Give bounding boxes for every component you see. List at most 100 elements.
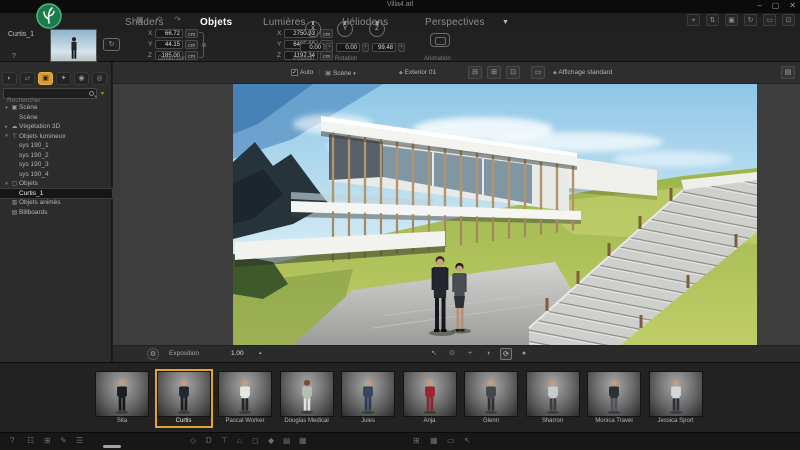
exposure-value[interactable]: 1.00 xyxy=(231,350,244,357)
shaders-list-icon[interactable]: ◐ xyxy=(2,72,17,85)
rot-y-field[interactable]: 0.00 xyxy=(336,43,360,52)
visibility-eye-icon[interactable]: ◎ xyxy=(92,72,107,85)
close-button[interactable]: ✕ xyxy=(789,1,796,10)
duplicate-icon[interactable]: ▣ xyxy=(725,14,738,26)
panel-icon[interactable]: ▤ xyxy=(781,66,795,79)
misc-category-icon[interactable]: ◆ xyxy=(268,436,274,445)
catalog-item-monica-travel[interactable]: Monica Travel xyxy=(585,369,643,428)
dim-y-field[interactable]: 44.15 xyxy=(155,40,183,49)
rot-y-stepper[interactable]: ° xyxy=(362,43,369,52)
display-rect-icon[interactable]: ▭ xyxy=(531,66,545,79)
people-category-icon[interactable]: ☷ xyxy=(27,436,34,445)
building-category-icon[interactable]: ▦ xyxy=(299,436,307,445)
tab-dropdown-icon[interactable]: ▼ xyxy=(502,19,509,26)
exposure-stepper-icon[interactable]: ▴ xyxy=(259,350,262,356)
rot-x-stepper[interactable]: ° xyxy=(326,43,333,52)
tree-item-animated-objects[interactable]: ▥Objets animés xyxy=(0,198,112,208)
catalog-item-name: Douglas Medical xyxy=(280,417,334,426)
catalog-item-jules[interactable]: Jules xyxy=(339,369,397,428)
grid-icon[interactable]: ▦ xyxy=(136,15,144,24)
pan-tool-icon[interactable]: + xyxy=(464,348,476,360)
rot-z-field[interactable]: 99.48 xyxy=(372,43,396,52)
objects-list-icon[interactable]: ▣ xyxy=(38,72,53,85)
zoom-tool-icon[interactable]: ⊙ xyxy=(446,348,458,360)
rot-x-field[interactable]: 0.00 xyxy=(300,43,324,52)
render-sphere-icon[interactable]: ● xyxy=(518,348,530,360)
catalog-scrollbar[interactable] xyxy=(103,445,121,448)
search-filter-icon[interactable]: ▾ xyxy=(101,90,104,97)
lamp-category-icon[interactable]: ⊤ xyxy=(221,436,228,445)
contrast-icon[interactable]: ◑ xyxy=(482,348,494,360)
tab-perspectives[interactable]: Perspectives xyxy=(425,17,485,28)
tab-lumieres[interactable]: Lumières xyxy=(263,17,306,28)
undo-icon[interactable]: ↶ xyxy=(156,15,163,24)
tree-item-sys190-4[interactable]: sys 190_4 xyxy=(0,170,112,180)
rot-z-stepper[interactable]: ° xyxy=(398,43,405,52)
maximize-button[interactable]: ▢ xyxy=(772,1,780,10)
exposure-settings-icon[interactable]: ⚙ xyxy=(147,348,159,360)
help-button[interactable]: ? xyxy=(12,53,16,60)
minimize-button[interactable]: – xyxy=(757,1,761,10)
media-list-icon[interactable]: ▱ xyxy=(20,72,35,85)
catalog-item-anja[interactable]: Anja xyxy=(401,369,459,428)
tree-item-curtis[interactable]: Curtis_1 xyxy=(0,189,112,199)
box-category-icon[interactable]: ◻ xyxy=(252,436,259,445)
display-mode-selector[interactable]: ◆ Affichage standard xyxy=(553,69,612,76)
dimension-link-bracket[interactable] xyxy=(199,32,204,58)
translate-icon[interactable]: ⇅ xyxy=(706,14,719,26)
list-icon[interactable]: ☰ xyxy=(76,436,83,445)
tree-item-scene[interactable]: ▾▣Scène xyxy=(0,103,112,113)
catalog-item-glenn[interactable]: Glenn xyxy=(462,369,520,428)
heliodon-list-icon[interactable]: ◉ xyxy=(74,72,89,85)
fit-view-icon[interactable]: ⊞ xyxy=(487,66,501,79)
object-preview xyxy=(50,29,97,62)
auto-checkbox[interactable]: ✓Auto xyxy=(291,69,313,76)
pivot-icon[interactable]: ↻ xyxy=(103,38,120,51)
media-card-icon[interactable]: ▭ xyxy=(447,436,455,445)
tree-item-light-objects[interactable]: ▾⊤Objets lumineux xyxy=(0,132,112,142)
tree-item-sys190-3[interactable]: sys 190_3 xyxy=(0,160,112,170)
catalog-item-pascal-worker[interactable]: Pascal Worker xyxy=(216,369,274,428)
rotation-dial-y[interactable]: Y xyxy=(337,21,353,37)
tree-item-sys190-1[interactable]: sys 190_1 xyxy=(0,141,112,151)
catalog-item-douglas-medical[interactable]: Douglas Medical xyxy=(278,369,336,428)
rotation-dial-x[interactable]: X xyxy=(305,21,321,37)
d-category-icon[interactable]: D xyxy=(206,436,212,445)
catalog-item-sita[interactable]: Sita xyxy=(93,369,151,428)
help-icon[interactable]: ? xyxy=(10,436,14,445)
dim-x-field[interactable]: 66.72 xyxy=(155,29,183,38)
media-image-icon[interactable]: ▦ xyxy=(430,436,438,445)
render-view[interactable] xyxy=(233,84,757,345)
cursor-icon[interactable]: ↖ xyxy=(464,436,471,445)
catalog-item-curtis[interactable]: Curtis xyxy=(155,369,213,428)
refresh-view-icon[interactable]: ⟳ xyxy=(500,348,512,360)
tab-objets[interactable]: Objets xyxy=(200,17,232,28)
tree-item-sys190-2[interactable]: sys 190_2 xyxy=(0,151,112,161)
media-grid-icon[interactable]: ⊞ xyxy=(413,436,420,445)
tree-item-billboards[interactable]: ▤Billboards xyxy=(0,208,112,218)
view-selector[interactable]: ◆ Exterior 01 xyxy=(399,69,436,76)
animation-icon[interactable] xyxy=(430,33,450,47)
hand-tool-icon[interactable]: ↖ xyxy=(428,348,440,360)
crop-icon[interactable]: ▭ xyxy=(763,14,776,26)
rotation-dial-z[interactable]: Z xyxy=(369,21,385,37)
decor-category-icon[interactable]: ◇ xyxy=(190,436,196,445)
split-view-icon[interactable]: ⊟ xyxy=(468,66,482,79)
lights-list-icon[interactable]: ✦ xyxy=(56,72,71,85)
tree-item-vegetation[interactable]: ▸☁Végétation 3D xyxy=(0,122,112,132)
tree-item-objects[interactable]: ▾▢Objets xyxy=(0,179,112,189)
redo-icon[interactable]: ↷ xyxy=(174,15,181,24)
screen-icon[interactable]: ⊡ xyxy=(782,14,795,26)
selected-object-name: Curtis_1 xyxy=(8,31,34,38)
furniture-category-icon[interactable]: ⌂ xyxy=(237,436,242,445)
rotate-icon[interactable]: ↻ xyxy=(744,14,757,26)
catalog-item-jessica-sport[interactable]: Jessica Sport xyxy=(647,369,705,428)
printer-category-icon[interactable]: ▤ xyxy=(283,436,291,445)
plants-category-icon[interactable]: ✎ xyxy=(60,436,67,445)
cart-icon[interactable]: ⌖ xyxy=(687,14,700,26)
pane-view-icon[interactable]: ⊡ xyxy=(506,66,520,79)
tree-item-scene-child[interactable]: Scène xyxy=(0,113,112,123)
scene-selector[interactable]: ▣ Scène ▾ xyxy=(325,69,356,77)
catalog-item-sharron[interactable]: Sharron xyxy=(524,369,582,428)
vehicles-category-icon[interactable]: ⊞ xyxy=(44,436,51,445)
